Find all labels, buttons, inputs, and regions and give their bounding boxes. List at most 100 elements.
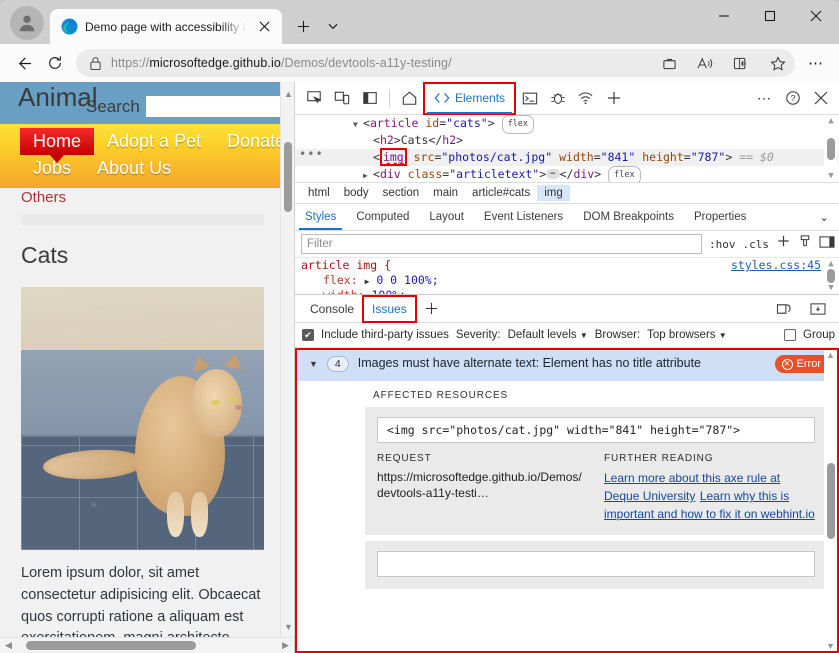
copy-styles-icon[interactable] [798,234,812,254]
inspect-icon[interactable] [300,85,327,111]
new-style-rule-icon[interactable] [776,234,791,254]
search-input[interactable] [146,96,280,117]
drawer-add-tab-button[interactable] [416,296,447,322]
tab-dom-breakpoints[interactable]: DOM Breakpoints [573,204,684,230]
dom-scrollbar[interactable]: ▲ ▼ [824,115,838,182]
devtools-close-button[interactable] [807,85,834,111]
reload-button[interactable] [40,49,70,77]
expand-children-icon[interactable]: ⋯ [546,169,559,179]
add-panel-icon[interactable] [600,85,627,111]
dom-tag-img[interactable]: img [380,148,407,166]
styles-scroll-thumb[interactable] [827,269,835,283]
scroll-left-arrow-icon[interactable]: ◀ [5,640,12,651]
issue-code-snippet-2[interactable] [377,551,815,577]
dom-line-img-selected[interactable]: <img src="photos/cat.jpg" width="841" he… [295,149,839,166]
toggle-sidebar-icon[interactable] [819,235,835,254]
dom-line-h2[interactable]: <h2>Cats</h2> [295,132,839,149]
tab-event-listeners[interactable]: Event Listeners [474,204,573,230]
minimize-button[interactable] [701,0,747,32]
console-drawer-icon[interactable] [516,85,543,111]
expand-triangle-icon[interactable]: ▼ [309,359,318,369]
devtools-help-button[interactable]: ? [779,85,806,111]
breadcrumb-body[interactable]: body [337,185,376,201]
profile-avatar[interactable] [10,6,44,40]
scroll-up-arrow-icon[interactable]: ▲ [828,116,833,126]
breadcrumb-main[interactable]: main [426,185,465,201]
issues-scroll-thumb[interactable] [827,463,835,539]
css-source-link[interactable]: styles.css:45 [731,258,821,273]
drawer-settings-icon[interactable] [767,296,801,322]
read-aloud-icon[interactable] [692,51,719,75]
issue-header[interactable]: ▼ 4 Images must have alternate text: Ele… [295,348,839,381]
scroll-down-arrow-icon[interactable]: ▼ [826,641,835,651]
maximize-button[interactable] [747,0,793,32]
new-tab-button[interactable] [290,13,316,39]
tab-elements[interactable]: Elements [424,83,515,114]
expand-triangle-icon[interactable]: ▼ [353,116,363,133]
dom-line-div[interactable]: ▶<div class="articletext">⋯</div> flex [295,166,839,183]
dom-row-menu-icon[interactable]: ••• [299,147,324,161]
flex-badge-2[interactable]: flex [608,166,640,183]
dom-line-article[interactable]: ▼<article id="cats"> flex [295,115,839,132]
expand-shorthand-icon[interactable]: ▶ [365,277,370,286]
browser-select[interactable]: Top browsers ▼ [647,329,727,341]
tab-console[interactable]: Console [301,296,363,322]
scroll-down-arrow-icon[interactable]: ▼ [284,617,293,635]
browser-settings-button[interactable]: ⋯ [801,49,831,77]
immersive-reader-icon[interactable] [728,51,755,75]
dock-drawer-icon[interactable] [801,296,835,322]
nav-item-home[interactable]: Home [20,128,94,155]
debug-icon[interactable] [544,85,571,111]
breadcrumb-img[interactable]: img [537,185,570,201]
nav-item-about-us[interactable]: About Us [84,155,184,182]
collections-icon[interactable] [656,51,683,75]
tab-layout[interactable]: Layout [419,204,474,230]
severity-select[interactable]: Default levels ▼ [508,329,588,341]
nav-item-donate[interactable]: Donate [214,128,280,155]
back-button[interactable] [8,49,38,77]
breadcrumb-article-cats[interactable]: article#cats [465,185,537,201]
scroll-down-arrow-icon[interactable]: ▼ [828,171,833,181]
css-decl-width[interactable]: width: 100%; [301,288,839,294]
tab-properties[interactable]: Properties [684,204,756,230]
scroll-right-arrow-icon[interactable]: ▶ [282,640,289,651]
close-tab-icon[interactable] [253,16,275,38]
home-icon[interactable] [396,85,423,111]
issues-scrollbar[interactable]: ▲ ▼ [824,350,837,651]
browser-tab[interactable]: Demo page with accessibility issu [50,9,282,44]
network-conditions-icon[interactable] [572,85,599,111]
include-third-party-checkbox[interactable] [302,329,314,341]
page-scroll-thumb[interactable] [284,142,292,212]
device-toolbar-icon[interactable] [328,85,355,111]
tab-computed[interactable]: Computed [346,204,419,230]
breadcrumb-html[interactable]: html [301,185,337,201]
dock-side-icon[interactable] [356,85,383,111]
styles-scrollbar[interactable]: ▲ ▼ [824,258,838,294]
page-hscroll-thumb[interactable] [26,641,196,650]
group-checkbox[interactable] [784,329,796,341]
tab-issues[interactable]: Issues [363,296,416,322]
devtools-more-button[interactable]: ⋯ [751,85,778,111]
issue-code-snippet[interactable]: <img src="photos/cat.jpg" width="841" he… [377,417,815,443]
close-window-button[interactable] [793,0,839,32]
collapse-triangle-icon[interactable]: ▶ [363,167,373,183]
breadcrumb-section[interactable]: section [376,185,426,201]
cls-button[interactable]: .cls [743,238,770,251]
favorite-icon[interactable] [764,51,791,75]
scroll-up-arrow-icon[interactable]: ▲ [828,259,833,269]
flex-badge[interactable]: flex [502,115,534,134]
styles-filter-input[interactable]: Filter [301,234,702,254]
others-label[interactable]: Others [21,189,280,206]
dom-scroll-thumb[interactable] [827,138,835,160]
scroll-up-arrow-icon[interactable]: ▲ [826,350,835,360]
tab-actions-menu[interactable] [322,13,344,39]
css-decl-flex[interactable]: flex: ▶ 0 0 100%; [301,273,839,288]
css-selector-line[interactable]: article img { styles.css:45 [301,258,839,273]
scroll-up-arrow-icon[interactable]: ▲ [284,84,293,102]
tab-styles[interactable]: Styles [295,204,346,230]
nav-item-adopt-a-pet[interactable]: Adopt a Pet [94,128,214,155]
url-bar[interactable]: https://microsoftedge.github.io/Demos/de… [76,49,795,77]
page-horizontal-scrollbar[interactable]: ◀ ▶ [0,637,294,653]
page-vertical-scrollbar[interactable]: ▲ ▼ [280,82,294,637]
styles-more-tabs-icon[interactable]: ⌄ [809,204,839,230]
